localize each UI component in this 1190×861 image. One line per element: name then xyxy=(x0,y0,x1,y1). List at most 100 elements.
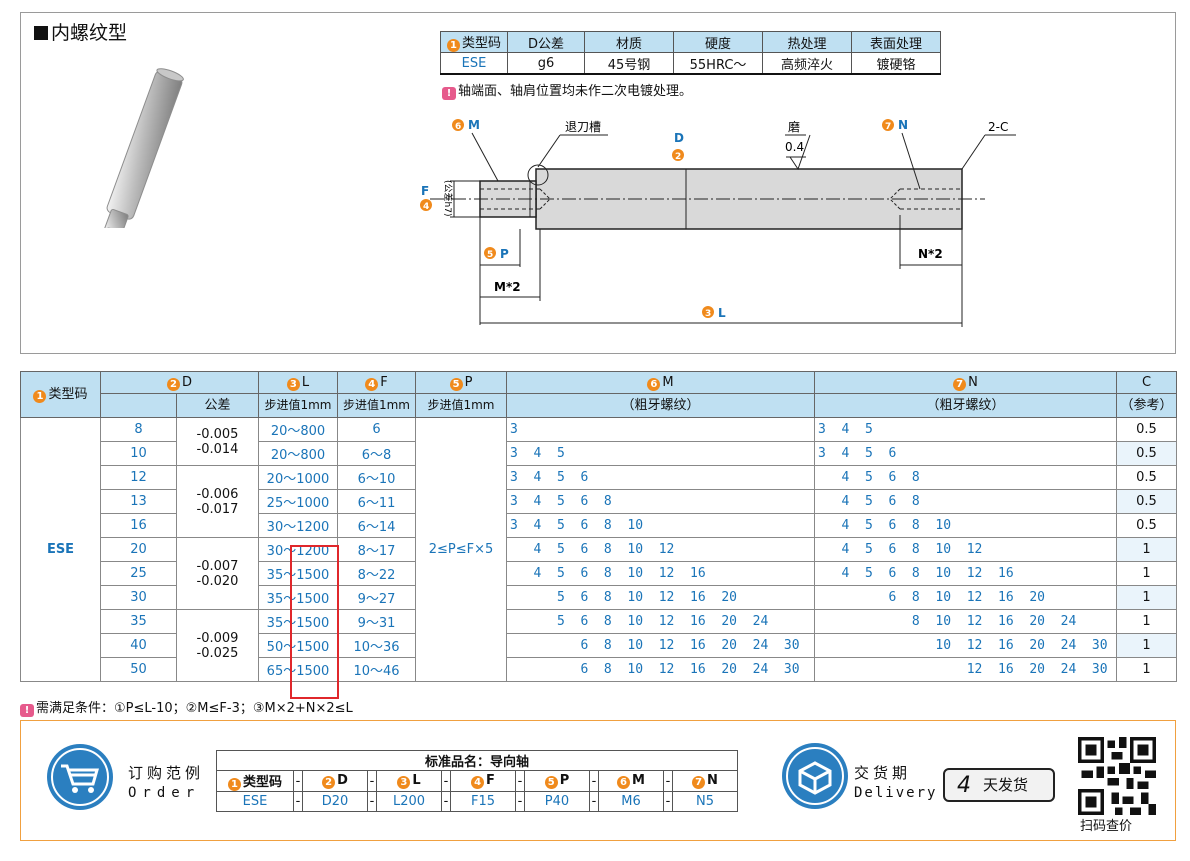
col-L: 3L xyxy=(258,371,338,394)
n-cell: 4 5 6 8 10 12 xyxy=(814,537,1117,562)
c-cell: 1 xyxy=(1116,537,1177,562)
spec-cell: 高频淬火 xyxy=(762,52,853,75)
tolerance-lower: -0.017 xyxy=(196,501,239,517)
c-cell: 1 xyxy=(1116,633,1177,658)
l-cell: 25～1000 xyxy=(258,489,338,514)
svg-text:F: F xyxy=(421,184,429,198)
svg-text:退刀槽: 退刀槽 xyxy=(565,120,601,134)
col-C: C xyxy=(1116,371,1177,394)
n-cell: 6 8 10 12 16 20 xyxy=(814,585,1117,610)
f-cell: 6 xyxy=(337,417,416,442)
d-cell: 16 xyxy=(100,513,177,538)
highlight-box xyxy=(290,545,339,699)
tolerance-lower: -0.014 xyxy=(196,441,239,457)
c-cell: 0.5 xyxy=(1116,417,1177,442)
svg-text:P: P xyxy=(500,247,509,261)
tolerance-cell: -0.007 -0.020 xyxy=(176,537,259,610)
f-cell: 9～31 xyxy=(337,609,416,634)
technical-drawing: 2 D 4 F (公差h7) 6 M 退刀槽 磨 0.4 7 N 2-C 5 P… xyxy=(420,118,1016,327)
table-row: 20 -0.007 -0.020 30～1200 8～17 4 5 6 8 10 12 … xyxy=(21,537,1177,610)
table-row: 12 -0.006 -0.017 20～1000 6～10 3 4 5 6 4 5 6 8… xyxy=(21,465,1177,538)
table-row: 35 -0.009 -0.025 35～1500 9～31 5 6 8 10 12 16… xyxy=(21,609,1177,682)
m-cell: 4 5 6 8 10 12 xyxy=(506,537,815,562)
spec-header: 材质 xyxy=(584,31,675,53)
spec-table: 1 类型码 D公差 材质 硬度 热处理 表面处理 ESE g6 45号钢 55HR… xyxy=(439,31,942,75)
m-cell: 3 4 5 6 xyxy=(506,465,815,490)
order-caption: 标准品名：导向轴 xyxy=(216,750,738,771)
delivery-days-badge: 4 天发货 xyxy=(943,768,1055,802)
order-value: L200 xyxy=(376,791,442,812)
n-cell: 3 4 5 xyxy=(814,417,1117,442)
f-cell: 6～14 xyxy=(337,513,416,538)
spec-header: 表面处理 xyxy=(851,31,942,53)
svg-text:0.4: 0.4 xyxy=(785,140,804,154)
col-P: 5P xyxy=(415,371,507,394)
c-cell: 0.5 xyxy=(1116,513,1177,538)
tolerance-upper: -0.007 xyxy=(196,558,239,574)
warning-icon: ! xyxy=(442,87,456,100)
type-cell: ESE xyxy=(20,417,101,682)
spec-header: D公差 xyxy=(507,31,586,53)
c-cell: 1 xyxy=(1116,657,1177,682)
dimension-table: 1 类型码 2D 3L 4F 5P 6M 7N C 公差 步进值1mm 步进值1m… xyxy=(20,371,1177,682)
spec-header: 热处理 xyxy=(762,31,853,53)
col-D-blank xyxy=(100,393,177,418)
order-value: N5 xyxy=(672,791,738,812)
l-cell: 20～800 xyxy=(258,417,338,442)
m-cell: 3 xyxy=(506,417,815,442)
tolerance-lower: -0.020 xyxy=(196,573,239,589)
tolerance-upper: -0.009 xyxy=(196,630,239,646)
m-cell: 5 6 8 10 12 16 20 xyxy=(506,585,815,610)
n-cell: 3 4 5 6 xyxy=(814,441,1117,466)
order-header: 1 类型码 xyxy=(216,770,294,792)
n-cell: 4 5 6 8 10 xyxy=(814,513,1117,538)
svg-text:磨: 磨 xyxy=(788,120,800,134)
svg-text:2-C: 2-C xyxy=(988,120,1008,134)
n-cell: 4 5 6 8 xyxy=(814,465,1117,490)
order-value: F15 xyxy=(450,791,516,812)
d-cell: 25 xyxy=(100,561,177,586)
tolerance-lower: -0.025 xyxy=(196,645,239,661)
svg-text:6: 6 xyxy=(455,122,461,132)
n-cell: 4 5 6 8 xyxy=(814,489,1117,514)
m-cell: 5 6 8 10 12 16 20 24 xyxy=(506,609,815,634)
d-cell: 12 xyxy=(100,465,177,490)
l-cell: 20～1000 xyxy=(258,465,338,490)
col-C-sub: （参考） xyxy=(1116,393,1177,418)
c-cell: 0.5 xyxy=(1116,441,1177,466)
plating-note: ! 轴端面、轴肩位置均未作二次电镀处理。 xyxy=(442,80,692,100)
d-cell: 20 xyxy=(100,537,177,562)
c-cell: 0.5 xyxy=(1116,465,1177,490)
svg-text:D: D xyxy=(674,131,684,145)
col-N-sub: （粗牙螺纹） xyxy=(814,393,1117,418)
svg-text:M*2: M*2 xyxy=(494,280,521,294)
svg-text:7: 7 xyxy=(885,122,891,132)
qr-label: 扫码查价 xyxy=(1080,819,1133,834)
condition-note: ! 需满足条件：①P≤L-10；②M≤F-3；③M×2+N×2≤L xyxy=(20,697,353,717)
c-cell: 1 xyxy=(1116,609,1177,634)
spec-cell: 55HRC～ xyxy=(673,52,764,75)
tolerance-cell: -0.009 -0.025 xyxy=(176,609,259,682)
m-cell: 3 4 5 6 8 xyxy=(506,489,815,514)
m-cell: 3 4 5 6 8 10 xyxy=(506,513,815,538)
order-label: 订购范例 Order xyxy=(128,764,205,801)
svg-text:3: 3 xyxy=(705,309,711,319)
svg-text:4: 4 xyxy=(423,202,429,212)
d-cell: 50 xyxy=(100,657,177,682)
svg-text:N*2: N*2 xyxy=(918,247,943,261)
tolerance-upper: -0.006 xyxy=(196,486,239,502)
n-cell: 10 12 16 20 24 30 xyxy=(814,633,1117,658)
f-cell: 6～10 xyxy=(337,465,416,490)
tolerance-cell: -0.006 -0.017 xyxy=(176,465,259,538)
col-type: 1 类型码 xyxy=(20,371,101,418)
m-cell: 6 8 10 12 16 20 24 30 xyxy=(506,633,815,658)
col-L-sub: 步进值1mm xyxy=(258,393,338,418)
svg-text:L: L xyxy=(718,306,726,320)
n-cell: 8 10 12 16 20 24 xyxy=(814,609,1117,634)
d-cell: 35 xyxy=(100,609,177,634)
col-N: 7N xyxy=(814,371,1117,394)
n-cell: 4 5 6 8 10 12 16 xyxy=(814,561,1117,586)
d-cell: 30 xyxy=(100,585,177,610)
d-cell: 10 xyxy=(100,441,177,466)
spec-cell: 镀硬铬 xyxy=(851,52,942,75)
